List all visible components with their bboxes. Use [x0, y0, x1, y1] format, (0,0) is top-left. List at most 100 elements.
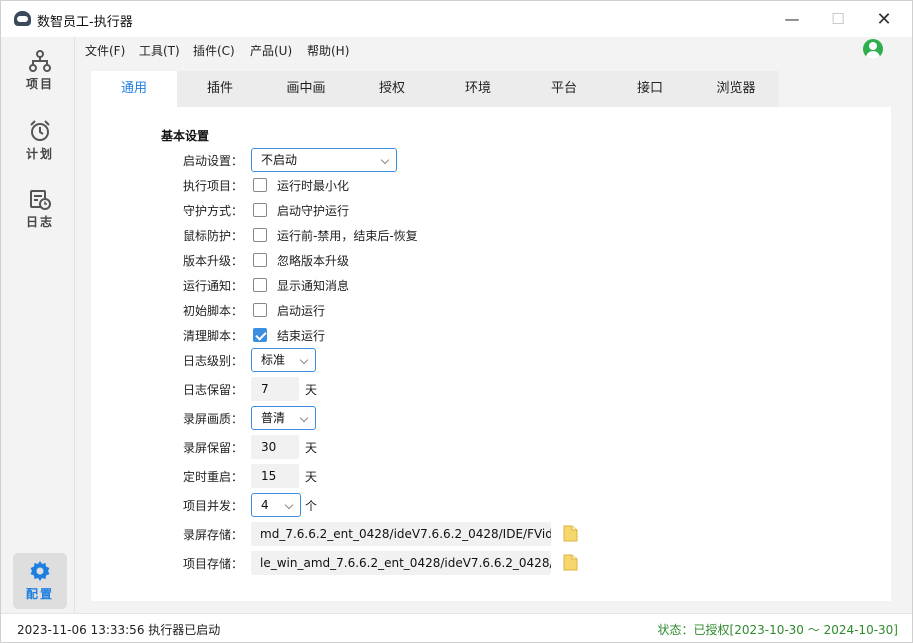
sidebar-item-label: 项目 [25, 77, 54, 91]
tab-browser[interactable]: 浏览器 [693, 71, 779, 107]
exec-project-row: 执行项目： 运行时最小化 [183, 173, 883, 197]
cleanup-script-row: 清理脚本： 结束运行 [183, 323, 883, 347]
chevron-down-icon [284, 500, 294, 510]
sidebar-item-label: 配置 [25, 587, 54, 601]
cleanup-script-text: 结束运行 [277, 329, 326, 343]
notify-label: 运行通知： [183, 279, 244, 293]
gear-icon [30, 561, 50, 581]
upgrade-row: 版本升级： 忽略版本升级 [183, 248, 883, 272]
cleanup-script-label: 清理脚本： [183, 329, 244, 343]
settings-tabs: 通用 插件 画中画 授权 环境 平台 接口 浏览器 [91, 71, 891, 107]
init-script-checkbox[interactable] [253, 303, 267, 317]
mouse-guard-row: 鼠标防护： 运行前-禁用，结束后-恢复 [183, 223, 883, 247]
timed-restart-unit: 天 [305, 470, 318, 484]
sidebar-item-project[interactable]: 项目 [13, 43, 67, 99]
rec-keep-row: 录屏保留： 30 天 [183, 435, 883, 459]
section-title: 基本设置 [161, 129, 210, 143]
menu-file[interactable]: 文件(F) [85, 42, 125, 59]
concurrency-select[interactable]: 4 [251, 493, 301, 517]
log-keep-label: 日志保留： [183, 383, 244, 397]
menu-tools[interactable]: 工具(T) [139, 42, 180, 59]
rec-quality-label: 录屏画质： [183, 412, 244, 426]
menu-bar: 文件(F) 工具(T) 插件(C) 产品(U) 帮助(H) [76, 37, 912, 63]
concurrency-row: 项目并发： 4 个 [183, 493, 883, 517]
rec-keep-input[interactable]: 30 [251, 435, 299, 459]
minimize-button[interactable]: — [769, 1, 815, 37]
timed-restart-input[interactable]: 15 [251, 464, 299, 488]
close-button[interactable]: ✕ [861, 1, 907, 37]
user-avatar-icon[interactable] [863, 39, 883, 59]
window-title: 数智员工-执行器 [37, 15, 133, 30]
rec-quality-value: 普清 [261, 411, 286, 425]
rec-keep-unit: 天 [305, 441, 318, 455]
ignore-upgrade-text: 忽略版本升级 [277, 254, 350, 268]
tab-platform[interactable]: 平台 [521, 71, 607, 107]
cleanup-script-checkbox[interactable] [253, 328, 267, 342]
init-script-text: 启动运行 [277, 304, 326, 318]
menu-product[interactable]: 产品(U) [250, 42, 292, 59]
sidebar-item-log[interactable]: 日志 [13, 181, 67, 237]
log-level-select[interactable]: 标准 [251, 348, 316, 372]
rec-storage-row: 录屏存储： md_7.6.6.2_ent_0428/ideV7.6.6.2_04… [183, 522, 883, 546]
sidebar-item-label: 计划 [25, 147, 54, 161]
proj-storage-path[interactable]: le_win_amd_7.6.6.2_ent_0428/ideV7.6.6.2_… [251, 551, 551, 575]
rec-storage-label: 录屏存储： [183, 528, 244, 542]
init-script-row: 初始脚本： 启动运行 [183, 298, 883, 322]
upgrade-label: 版本升级： [183, 254, 244, 268]
concurrency-unit: 个 [305, 499, 318, 513]
proj-storage-label: 项目存储： [183, 557, 244, 571]
guard-row: 守护方式： 启动守护运行 [183, 198, 883, 222]
sidebar-item-plan[interactable]: 计划 [13, 113, 67, 169]
tab-license[interactable]: 授权 [349, 71, 435, 107]
folder-icon[interactable] [563, 554, 578, 571]
timed-restart-label: 定时重启： [183, 470, 244, 484]
left-sidebar: 项目 计划 日志 配置 [1, 37, 75, 613]
log-keep-input[interactable]: 7 [251, 377, 299, 401]
concurrency-label: 项目并发： [183, 499, 244, 513]
notify-row: 运行通知： 显示通知消息 [183, 273, 883, 297]
alarm-clock-icon [30, 120, 50, 141]
guard-checkbox[interactable] [253, 203, 267, 217]
startup-row: 启动设置： 不启动 [183, 148, 883, 172]
sidebar-item-config[interactable]: 配置 [13, 553, 67, 609]
concurrency-value: 4 [261, 498, 269, 512]
minimize-on-run-checkbox[interactable] [253, 178, 267, 192]
init-script-label: 初始脚本： [183, 304, 244, 318]
tab-environment[interactable]: 环境 [435, 71, 521, 107]
guard-text: 启动守护运行 [277, 204, 350, 218]
menu-help[interactable]: 帮助(H) [307, 42, 349, 59]
rec-quality-select[interactable]: 普清 [251, 406, 316, 430]
license-status: 状态：已授权[2023-10-30 ～ 2024-10-30] [657, 623, 898, 637]
mouse-guard-checkbox[interactable] [253, 228, 267, 242]
tab-general[interactable]: 通用 [91, 71, 177, 107]
chevron-down-icon [380, 155, 390, 165]
log-keep-row: 日志保留： 7 天 [183, 377, 883, 401]
tab-interface[interactable]: 接口 [607, 71, 693, 107]
tab-pip[interactable]: 画中画 [263, 71, 349, 107]
rec-storage-path[interactable]: md_7.6.6.2_ent_0428/ideV7.6.6.2_0428/IDE… [251, 522, 551, 546]
notify-text: 显示通知消息 [277, 279, 350, 293]
sidebar-item-label: 日志 [25, 215, 54, 229]
log-keep-unit: 天 [305, 383, 318, 397]
startup-select[interactable]: 不启动 [251, 148, 397, 172]
startup-label: 启动设置： [183, 154, 244, 168]
status-message: 2023-11-06 13:33:56 执行器已启动 [17, 623, 221, 637]
tab-plugins[interactable]: 插件 [177, 71, 263, 107]
exec-project-label: 执行项目： [183, 179, 244, 193]
log-level-label: 日志级别： [183, 354, 244, 368]
maximize-button[interactable]: ☐ [815, 1, 861, 37]
startup-value: 不启动 [261, 153, 298, 167]
minimize-on-run-text: 运行时最小化 [277, 179, 350, 193]
notify-checkbox[interactable] [253, 278, 267, 292]
folder-icon[interactable] [563, 525, 578, 542]
mouse-guard-text: 运行前-禁用，结束后-恢复 [277, 229, 418, 243]
log-calendar-icon [30, 190, 51, 210]
proj-storage-row: 项目存储： le_win_amd_7.6.6.2_ent_0428/ideV7.… [183, 551, 883, 575]
title-bar: 数智员工-执行器 — ☐ ✕ [1, 1, 912, 37]
menu-plugins[interactable]: 插件(C) [193, 42, 235, 59]
log-level-value: 标准 [261, 353, 286, 367]
status-bar: 2023-11-06 13:33:56 执行器已启动 状态：已授权[2023-1… [1, 613, 912, 642]
guard-label: 守护方式： [183, 204, 244, 218]
chevron-down-icon [299, 355, 309, 365]
ignore-upgrade-checkbox[interactable] [253, 253, 267, 267]
